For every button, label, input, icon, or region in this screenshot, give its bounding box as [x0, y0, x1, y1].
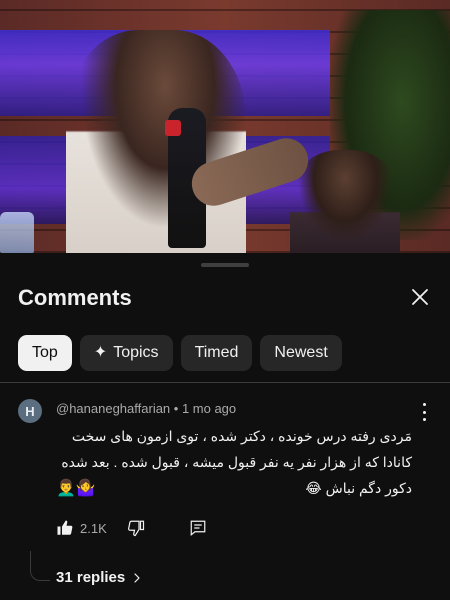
like-count: 2.1K [80, 520, 107, 536]
like-button[interactable]: 2.1K [56, 519, 107, 537]
chip-timed[interactable]: Timed [180, 335, 253, 371]
video-bottle [0, 212, 34, 253]
chevron-right-icon [134, 572, 140, 583]
chip-topics[interactable]: ✦ Topics [79, 335, 173, 371]
close-icon[interactable] [408, 285, 432, 309]
chip-newest[interactable]: Newest [260, 335, 342, 371]
filter-chips: Top ✦ Topics Timed Newest [18, 335, 342, 371]
view-replies-button[interactable]: 31 replies [56, 569, 143, 586]
chip-top-label: Top [32, 344, 58, 361]
replies-count: 31 replies [56, 569, 126, 586]
chip-newest-label: Newest [274, 344, 328, 361]
sheet-header: Comments [0, 277, 450, 319]
thumbs-down-icon [127, 520, 144, 537]
reply-button[interactable] [189, 519, 207, 537]
comment-text: مَردی رفته درس خونده ، دکتر شده ، توی از… [56, 423, 412, 501]
thumbs-up-icon [57, 520, 73, 535]
video-host [66, 30, 246, 253]
chip-timed-label: Timed [194, 344, 239, 361]
video-player[interactable] [0, 0, 450, 253]
drag-handle[interactable] [201, 263, 249, 267]
dislike-button[interactable] [127, 519, 145, 537]
reply-comment-icon [190, 520, 206, 536]
avatar-letter: H [25, 403, 35, 419]
divider [0, 382, 450, 383]
comment-actions: 2.1K [56, 516, 207, 540]
chip-top[interactable]: Top [18, 335, 72, 371]
comment-text-line3: دکور دگم نباش 😂 [305, 480, 412, 496]
chip-topics-label: Topics [113, 344, 159, 361]
avatar[interactable]: H [18, 399, 42, 423]
video-mic-flag [165, 120, 181, 136]
comment-emojis: 👨‍🦱🤷‍♀️ [56, 480, 96, 497]
comment-meta[interactable]: @hananeghaffarian • 1 mo ago [56, 401, 236, 416]
comment-text-line1: مَردی رفته درس خونده ، دکتر شده ، توی از… [71, 428, 412, 444]
comment-text-line2: کانادا که از هزار نفر یه نفر قبول میشه ،… [61, 454, 412, 470]
sheet-title: Comments [18, 285, 132, 310]
comments-sheet: Comments Top ✦ Topics Timed Newest H @ha… [0, 253, 450, 600]
sparkle-icon: ✦ [93, 344, 108, 361]
comment-item: H @hananeghaffarian • 1 mo ago مَردی رفت… [0, 393, 450, 593]
thread-connector [30, 551, 50, 581]
more-options-icon[interactable] [416, 403, 432, 421]
